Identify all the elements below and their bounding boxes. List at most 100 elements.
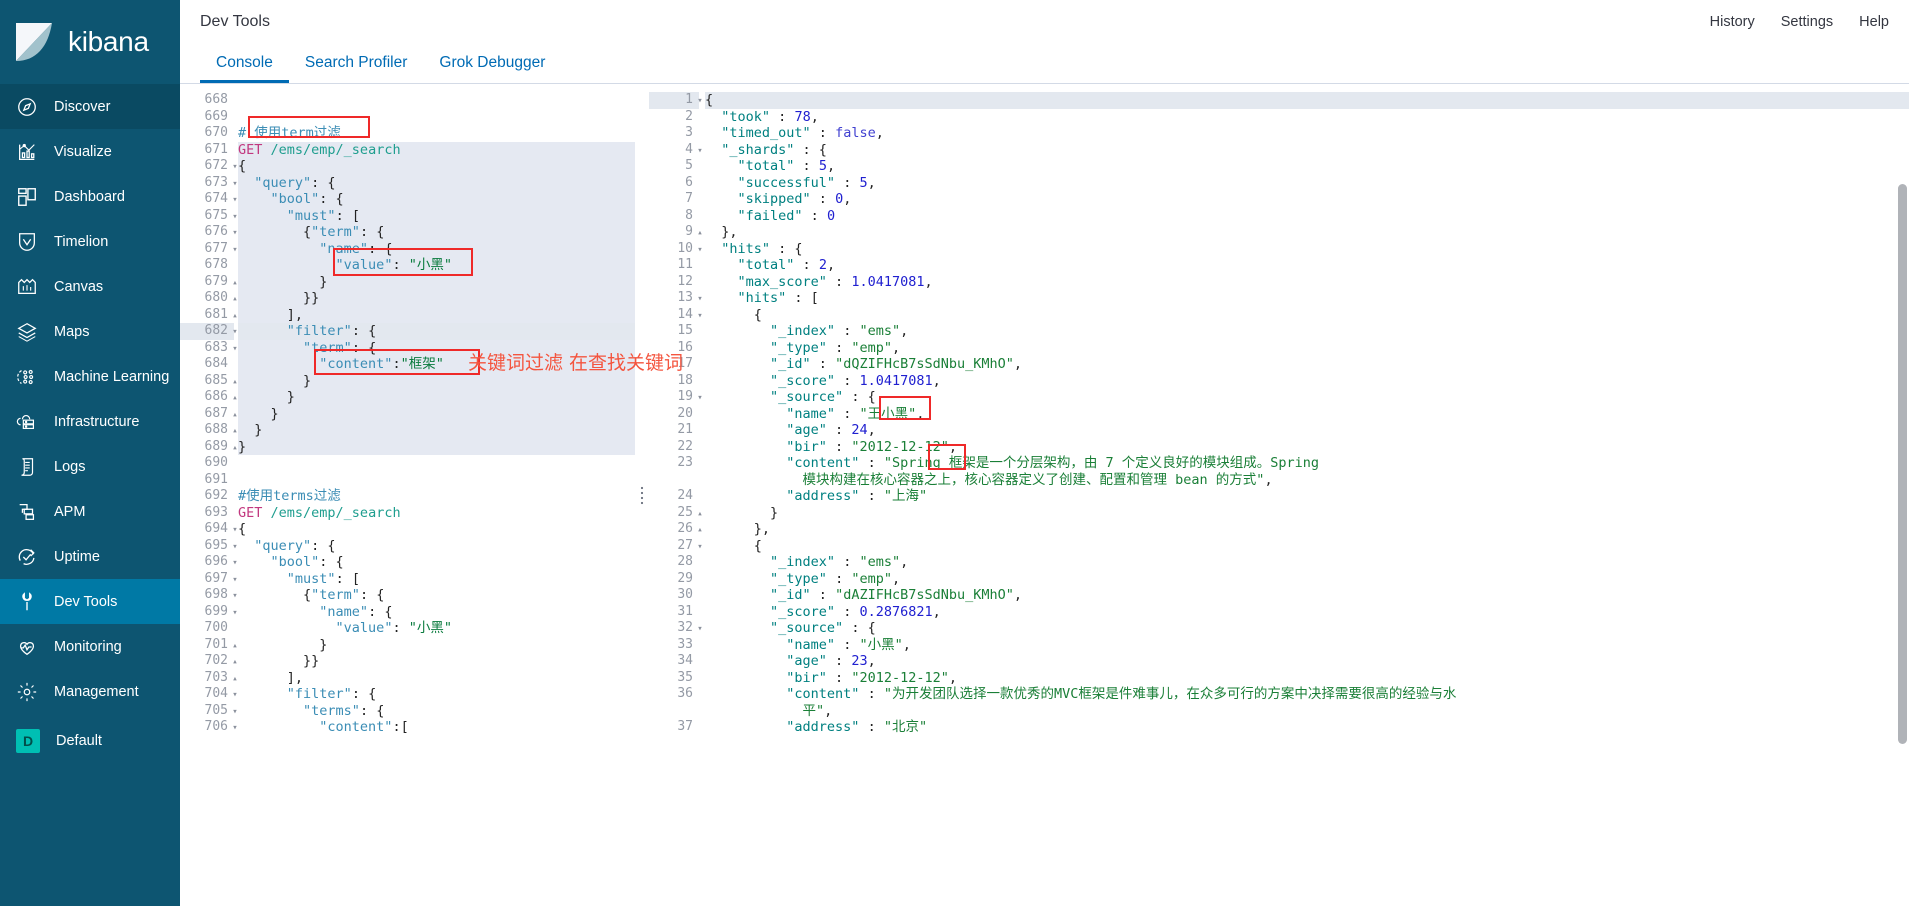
sidebar-item-monitoring[interactable]: Monitoring bbox=[0, 624, 180, 669]
sidebar-item-canvas[interactable]: Canvas bbox=[0, 264, 180, 309]
code-line[interactable]: } bbox=[238, 422, 635, 439]
code-line[interactable]: "total" : 2, bbox=[705, 257, 1909, 274]
chevron-down-icon[interactable]: ▾ bbox=[695, 621, 705, 638]
gutter-line-number[interactable]: 4 ▾ bbox=[649, 142, 703, 159]
gutter-line-number[interactable]: 22 bbox=[649, 439, 699, 456]
code-line[interactable] bbox=[238, 109, 635, 126]
response-vertical-scrollbar[interactable] bbox=[1898, 184, 1907, 744]
gutter-line-number[interactable]: 23 bbox=[649, 455, 699, 472]
gutter-line-number[interactable]: 21 bbox=[649, 422, 699, 439]
sidebar-item-apm[interactable]: APM bbox=[0, 489, 180, 534]
gutter-line-number[interactable]: 697 ▾ bbox=[180, 571, 238, 588]
gutter-line-number[interactable]: 18 bbox=[649, 373, 699, 390]
code-line[interactable]: ], bbox=[238, 670, 635, 687]
gutter-line-number[interactable]: 702 ▴ bbox=[180, 653, 238, 670]
gutter-line-number[interactable]: 696 ▾ bbox=[180, 554, 238, 571]
gutter-line-number[interactable]: 704 ▾ bbox=[180, 686, 238, 703]
code-line[interactable]: "took" : 78, bbox=[705, 109, 1909, 126]
code-line[interactable]: }} bbox=[238, 653, 635, 670]
code-line[interactable]: {"term": { bbox=[238, 587, 635, 604]
sidebar-item-dashboard[interactable]: Dashboard bbox=[0, 174, 180, 219]
console-request-editor[interactable]: 668 669 670 671 672 ▾ 673 ▾ 674 ▾ 675 ▾ 676 ▾ 677 ▾ 678 6… bbox=[180, 84, 635, 906]
code-line[interactable]: "_id" : "dAZIFHcB7sSdNbu_KMhO", bbox=[705, 587, 1909, 604]
gutter-line-number[interactable] bbox=[649, 703, 699, 720]
gutter-line-number[interactable]: 699 ▾ bbox=[180, 604, 238, 621]
gutter-line-number[interactable]: 7 bbox=[649, 191, 699, 208]
gutter-line-number[interactable]: 668 bbox=[180, 92, 234, 109]
gutter-line-number[interactable]: 5 bbox=[649, 158, 699, 175]
code-line[interactable]: "bir" : "2012-12-12", bbox=[705, 670, 1909, 687]
code-line[interactable]: ], bbox=[238, 307, 635, 324]
code-line[interactable]: "name" : "小黑", bbox=[705, 637, 1909, 654]
chevron-up-icon[interactable]: ▴ bbox=[695, 506, 705, 523]
code-line[interactable]: "max_score" : 1.0417081, bbox=[705, 274, 1909, 291]
code-line[interactable]: "name": { bbox=[238, 241, 635, 258]
code-line[interactable]: "name" : "王小黑", bbox=[705, 406, 1909, 423]
code-line[interactable]: } bbox=[238, 439, 635, 456]
gutter-line-number[interactable]: 687 ▴ bbox=[180, 406, 238, 423]
code-line[interactable]: } bbox=[238, 637, 635, 654]
code-line[interactable]: "_type" : "emp", bbox=[705, 340, 1909, 357]
history-button[interactable]: History bbox=[1710, 14, 1755, 30]
code-line[interactable]: "_type" : "emp", bbox=[705, 571, 1909, 588]
code-line[interactable]: 平", bbox=[705, 703, 1909, 720]
gutter-line-number[interactable]: 13 ▾ bbox=[649, 290, 702, 307]
code-line[interactable]: "name": { bbox=[238, 604, 635, 621]
gutter-line-number[interactable]: 690 bbox=[180, 455, 234, 472]
gutter-line-number[interactable]: 700 bbox=[180, 620, 234, 637]
code-line[interactable]: "bool": { bbox=[238, 554, 635, 571]
code-line[interactable]: { bbox=[705, 307, 1909, 324]
gutter-line-number[interactable]: 678 bbox=[180, 257, 234, 274]
code-line[interactable]: "_shards" : { bbox=[705, 142, 1909, 159]
gutter-line-number[interactable]: 674 ▾ bbox=[180, 191, 238, 208]
chevron-up-icon[interactable]: ▴ bbox=[695, 522, 705, 539]
code-line[interactable]: 模块构建在核心容器之上，核心容器定义了创建、配置和管理 bean 的方式", bbox=[705, 472, 1909, 489]
chevron-down-icon[interactable]: ▾ bbox=[695, 93, 705, 110]
code-line[interactable]: {"term": { bbox=[238, 224, 635, 241]
sidebar-item-timelion[interactable]: Timelion bbox=[0, 219, 180, 264]
code-line[interactable]: "_source" : { bbox=[705, 620, 1909, 637]
tab-console[interactable]: Console bbox=[200, 54, 289, 83]
gutter-line-number[interactable]: 672 ▾ bbox=[180, 158, 238, 175]
code-line[interactable]: "filter": { bbox=[238, 323, 635, 340]
gutter-line-number[interactable]: 6 bbox=[649, 175, 699, 192]
gutter-line-number[interactable]: 25 ▴ bbox=[649, 505, 702, 522]
gutter-line-number[interactable]: 677 ▾ bbox=[180, 241, 238, 258]
sidebar-item-space-default[interactable]: D Default bbox=[0, 718, 180, 763]
gutter-line-number[interactable] bbox=[649, 472, 699, 489]
gutter-line-number[interactable]: 16 bbox=[649, 340, 699, 357]
gutter-line-number[interactable]: 19 ▾ bbox=[649, 389, 702, 406]
sidebar-item-discover[interactable]: Discover bbox=[0, 84, 180, 129]
sidebar-item-infrastructure[interactable]: Infrastructure bbox=[0, 399, 180, 444]
gutter-line-number[interactable]: 689 ▴ bbox=[180, 439, 238, 456]
code-line[interactable]: "content" : "Spring 框架是一个分层架构，由 7 个定义良好的… bbox=[705, 455, 1909, 472]
request-gutter[interactable]: 668 669 670 671 672 ▾ 673 ▾ 674 ▾ 675 ▾ 676 ▾ 677 ▾ 678 6… bbox=[180, 84, 238, 906]
sidebar-item-logs[interactable]: Logs bbox=[0, 444, 180, 489]
code-line[interactable]: "must": [ bbox=[238, 208, 635, 225]
code-line[interactable]: "bir" : "2012-12-12", bbox=[705, 439, 1909, 456]
sidebar-item-management[interactable]: Management bbox=[0, 669, 180, 714]
gutter-line-number[interactable]: 698 ▾ bbox=[180, 587, 238, 604]
code-line[interactable]: "query": { bbox=[238, 538, 635, 555]
gutter-line-number[interactable]: 683 ▾ bbox=[180, 340, 238, 357]
request-pane[interactable]: 668 669 670 671 672 ▾ 673 ▾ 674 ▾ 675 ▾ 676 ▾ 677 ▾ 678 6… bbox=[180, 84, 635, 906]
gutter-line-number[interactable]: 706 ▾ bbox=[180, 719, 238, 736]
code-line[interactable]: { bbox=[238, 521, 635, 538]
code-line[interactable]: "address" : "上海" bbox=[705, 488, 1909, 505]
gutter-line-number[interactable]: 8 bbox=[649, 208, 699, 225]
gutter-line-number[interactable]: 673 ▾ bbox=[180, 175, 238, 192]
console-response-editor[interactable]: 1 ▾ 2 3 4 ▾ 5 6 7 8 9 ▴ 10 ▾ 11 12 13 ▾ 14 ▾ 15 16 17 18 19 ▾ 20 21… bbox=[649, 84, 1909, 906]
code-line[interactable]: }} bbox=[238, 290, 635, 307]
response-pane[interactable]: 1 ▾ 2 3 4 ▾ 5 6 7 8 9 ▴ 10 ▾ 11 12 13 ▾ 14 ▾ 15 16 17 18 19 ▾ 20 21… bbox=[649, 84, 1909, 906]
sidebar-item-machine-learning[interactable]: Machine Learning bbox=[0, 354, 180, 399]
gutter-line-number[interactable]: 675 ▾ bbox=[180, 208, 238, 225]
code-line[interactable]: { bbox=[238, 158, 635, 175]
gutter-line-number[interactable]: 2 bbox=[649, 109, 699, 126]
help-button[interactable]: Help bbox=[1859, 14, 1889, 30]
code-line[interactable]: "terms": { bbox=[238, 703, 635, 720]
code-line[interactable]: "bool": { bbox=[238, 191, 635, 208]
request-code[interactable]: # 使用term过滤 GET /ems/emp/_search{ "query":… bbox=[238, 84, 635, 906]
gutter-line-number[interactable]: 17 bbox=[649, 356, 699, 373]
code-line[interactable]: "value": "小黑" bbox=[238, 257, 635, 274]
gutter-line-number[interactable]: 30 bbox=[649, 587, 699, 604]
